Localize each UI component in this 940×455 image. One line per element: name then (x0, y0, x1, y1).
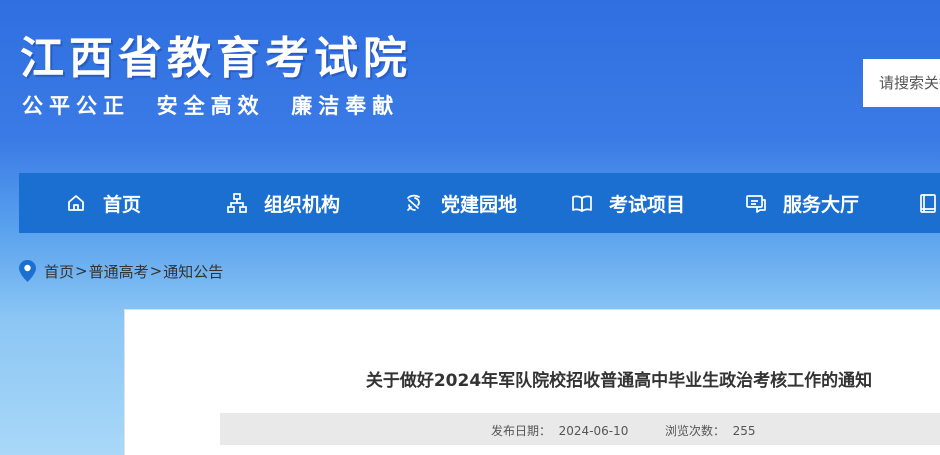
breadcrumb-separator: > (149, 262, 163, 280)
article-title: 关于做好2024年军队院校招收普通高中毕业生政治考核工作的通知 (365, 371, 873, 391)
service-chat-icon (745, 192, 767, 214)
view-count-value: 255 (732, 424, 756, 438)
party-emblem-icon (403, 192, 425, 214)
breadcrumb-home[interactable]: 首页 (44, 261, 74, 282)
view-count-label: 浏览次数： (665, 424, 726, 438)
search-input[interactable] (863, 59, 940, 107)
location-pin-icon (19, 260, 36, 282)
publish-date-value: 2024-06-10 (558, 424, 629, 438)
publish-date-label: 发布日期： (491, 424, 552, 438)
breadcrumb-gaokao[interactable]: 普通高考 (89, 261, 149, 282)
org-chart-icon (226, 192, 248, 214)
publish-date: 发布日期： 2024-06-10 (491, 422, 628, 439)
nav-item-organization[interactable]: 组织机构 (180, 173, 357, 233)
nav-item-party-building[interactable]: 党建园地 (357, 173, 525, 233)
breadcrumb: 首页 > 普通高考 > 通知公告 (19, 259, 223, 283)
nav-item-label: 考试项目 (609, 193, 686, 216)
nav-item-exam-projects[interactable]: 考试项目 (525, 173, 699, 233)
nav-item-label: 服务大厅 (783, 193, 860, 216)
book-icon (917, 192, 939, 214)
view-count: 浏览次数： 255 (665, 422, 756, 439)
article-meta-bar: 发布日期： 2024-06-10 浏览次数： 255 (220, 413, 940, 445)
site-motto: 公平公正 安全高效 廉洁奉献 (22, 94, 400, 118)
nav-item-home[interactable]: 首页 (19, 173, 180, 233)
nav-item-label: 党建园地 (441, 193, 518, 216)
nav-item-service-hall[interactable]: 服务大厅 (699, 173, 871, 233)
main-nav: 首页 组织机构 党建园地 考试项目 服务大厅 (19, 173, 940, 233)
breadcrumb-separator: > (75, 262, 88, 280)
breadcrumb-notices[interactable]: 通知公告 (163, 261, 223, 282)
nav-item-label: 组织机构 (264, 193, 341, 216)
article-panel: 关于做好2024年军队院校招收普通高中毕业生政治考核工作的通知 发布日期： 20… (124, 309, 940, 455)
site-header: 江西省教育考试院 公平公正 安全高效 廉洁奉献 (0, 0, 940, 173)
nav-item-more[interactable] (871, 173, 940, 233)
site-title: 江西省教育考试院 (20, 33, 412, 84)
nav-item-label: 首页 (103, 193, 142, 216)
open-book-icon (571, 192, 593, 214)
home-icon (65, 192, 87, 214)
